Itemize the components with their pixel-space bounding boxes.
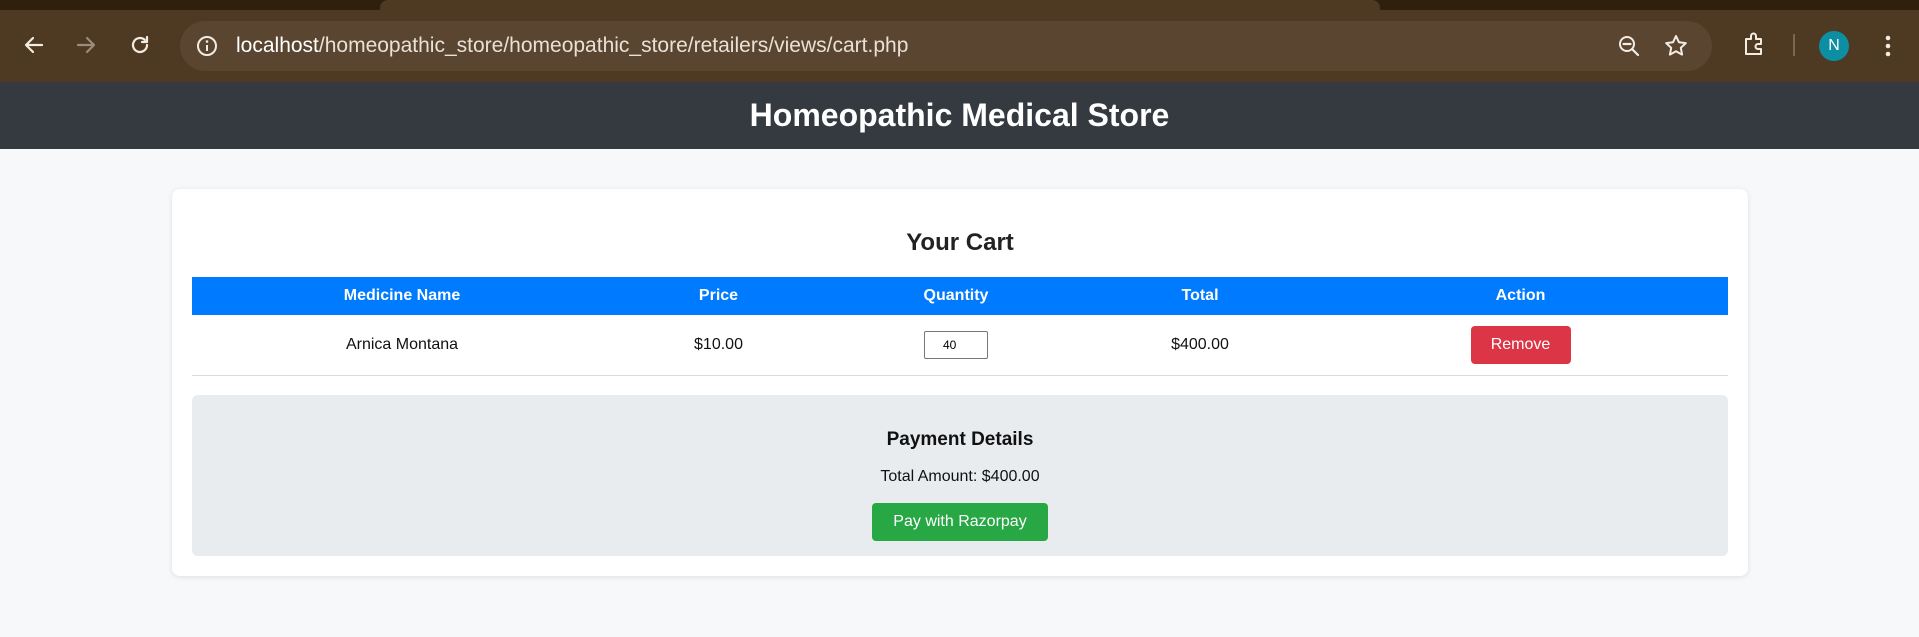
bookmark-star-icon[interactable] — [1663, 33, 1689, 59]
table-row: Arnica Montana $10.00 $400.00 Remove — [192, 315, 1728, 376]
zoom-out-icon[interactable] — [1616, 33, 1642, 59]
column-header-action: Action — [1313, 277, 1728, 315]
back-icon[interactable] — [16, 27, 52, 63]
cell-action: Remove — [1313, 315, 1728, 376]
pay-with-razorpay-button[interactable]: Pay with Razorpay — [872, 503, 1048, 541]
reload-icon[interactable] — [122, 27, 158, 63]
active-tab[interactable] — [380, 0, 1380, 10]
url-host: localhost — [236, 34, 319, 57]
cart-card: Your Cart Medicine Name Price Quantity T… — [172, 189, 1748, 576]
tab-strip — [0, 0, 1919, 10]
toolbar-separator — [1793, 34, 1795, 56]
extensions-icon[interactable] — [1741, 31, 1767, 57]
browser-toolbar: localhost/homeopathic_store/homeopathic_… — [0, 0, 1919, 82]
table-header-row: Medicine Name Price Quantity Total Actio… — [192, 277, 1728, 315]
cell-quantity — [825, 315, 1087, 376]
url-text[interactable]: localhost/homeopathic_store/homeopathic_… — [236, 34, 908, 58]
cell-medicine-name: Arnica Montana — [192, 315, 612, 376]
payment-details-panel: Payment Details Total Amount: $400.00 Pa… — [192, 395, 1728, 556]
url-path: /homeopathic_store/homeopathic_store/ret… — [318, 34, 909, 57]
address-bar[interactable]: localhost/homeopathic_store/homeopathic_… — [180, 21, 1712, 71]
column-header-quantity: Quantity — [825, 277, 1087, 315]
info-icon[interactable] — [194, 33, 220, 59]
menu-icon[interactable] — [1876, 32, 1900, 60]
quantity-input[interactable] — [924, 330, 988, 359]
site-title: Homeopathic Medical Store — [749, 97, 1170, 133]
column-header-total: Total — [1087, 277, 1313, 315]
forward-icon[interactable] — [68, 27, 104, 63]
total-amount: Total Amount: $400.00 — [880, 468, 1040, 485]
column-header-medicine-name: Medicine Name — [192, 277, 612, 315]
payment-heading: Payment Details — [886, 429, 1034, 450]
cell-price: $10.00 — [612, 315, 825, 376]
site-header: Homeopathic Medical Store — [0, 82, 1919, 149]
cart-heading: Your Cart — [906, 229, 1014, 256]
cell-total: $400.00 — [1087, 315, 1313, 376]
profile-avatar[interactable]: N — [1819, 31, 1849, 61]
column-header-price: Price — [612, 277, 825, 315]
remove-button[interactable]: Remove — [1470, 325, 1571, 364]
cart-table: Medicine Name Price Quantity Total Actio… — [192, 277, 1728, 376]
